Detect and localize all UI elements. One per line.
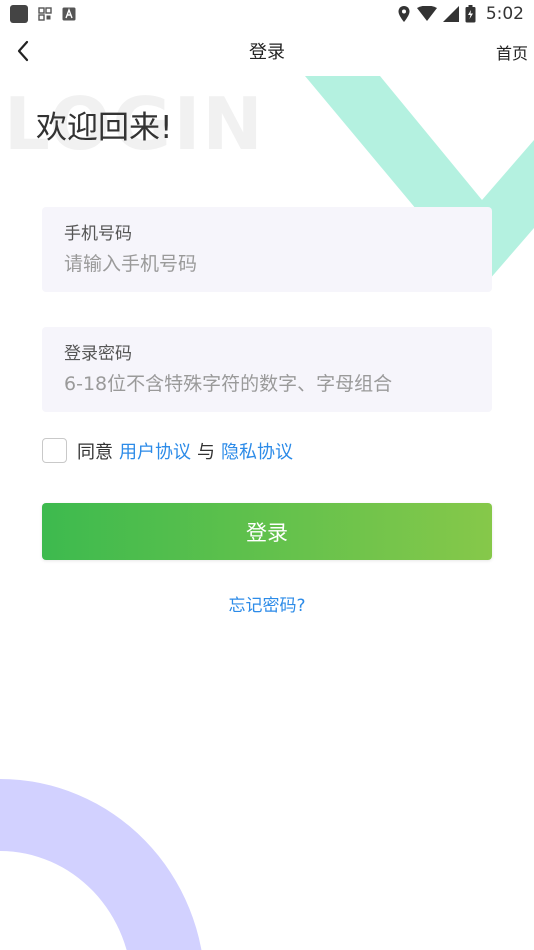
agreement-checkbox[interactable]	[42, 438, 67, 463]
qr-grid-icon	[38, 7, 52, 21]
forgot-password-link[interactable]: 忘记密码?	[0, 591, 534, 616]
signal-icon	[442, 6, 459, 22]
agree-conjunction: 与	[197, 441, 215, 463]
wifi-icon	[416, 6, 437, 21]
privacy-agreement-link[interactable]: 隐私协议	[221, 438, 293, 464]
password-input[interactable]	[64, 373, 470, 395]
app-square-icon	[10, 5, 28, 23]
phone-input[interactable]	[64, 253, 470, 275]
location-icon	[398, 6, 410, 22]
agreement-row: 同意 用户协议 与 隐私协议	[42, 437, 299, 464]
agree-prefix: 同意	[77, 441, 113, 463]
phone-field: 手机号码	[42, 207, 492, 292]
purple-arc-decoration	[0, 779, 202, 950]
home-link[interactable]: 首页	[496, 40, 528, 64]
welcome-heading: 欢迎回来!	[36, 110, 173, 146]
user-agreement-link[interactable]: 用户协议	[119, 438, 191, 464]
nav-bar: 登录 首页	[0, 28, 534, 74]
battery-icon	[465, 5, 476, 23]
status-bar: 5:02	[0, 0, 534, 28]
phone-label: 手机号码	[64, 224, 132, 244]
a-badge-icon	[62, 7, 76, 21]
login-button[interactable]: 登录	[42, 503, 492, 560]
password-field: 登录密码	[42, 327, 492, 412]
status-time: 5:02	[485, 4, 524, 24]
password-label: 登录密码	[64, 344, 132, 364]
page-title: 登录	[249, 42, 285, 63]
